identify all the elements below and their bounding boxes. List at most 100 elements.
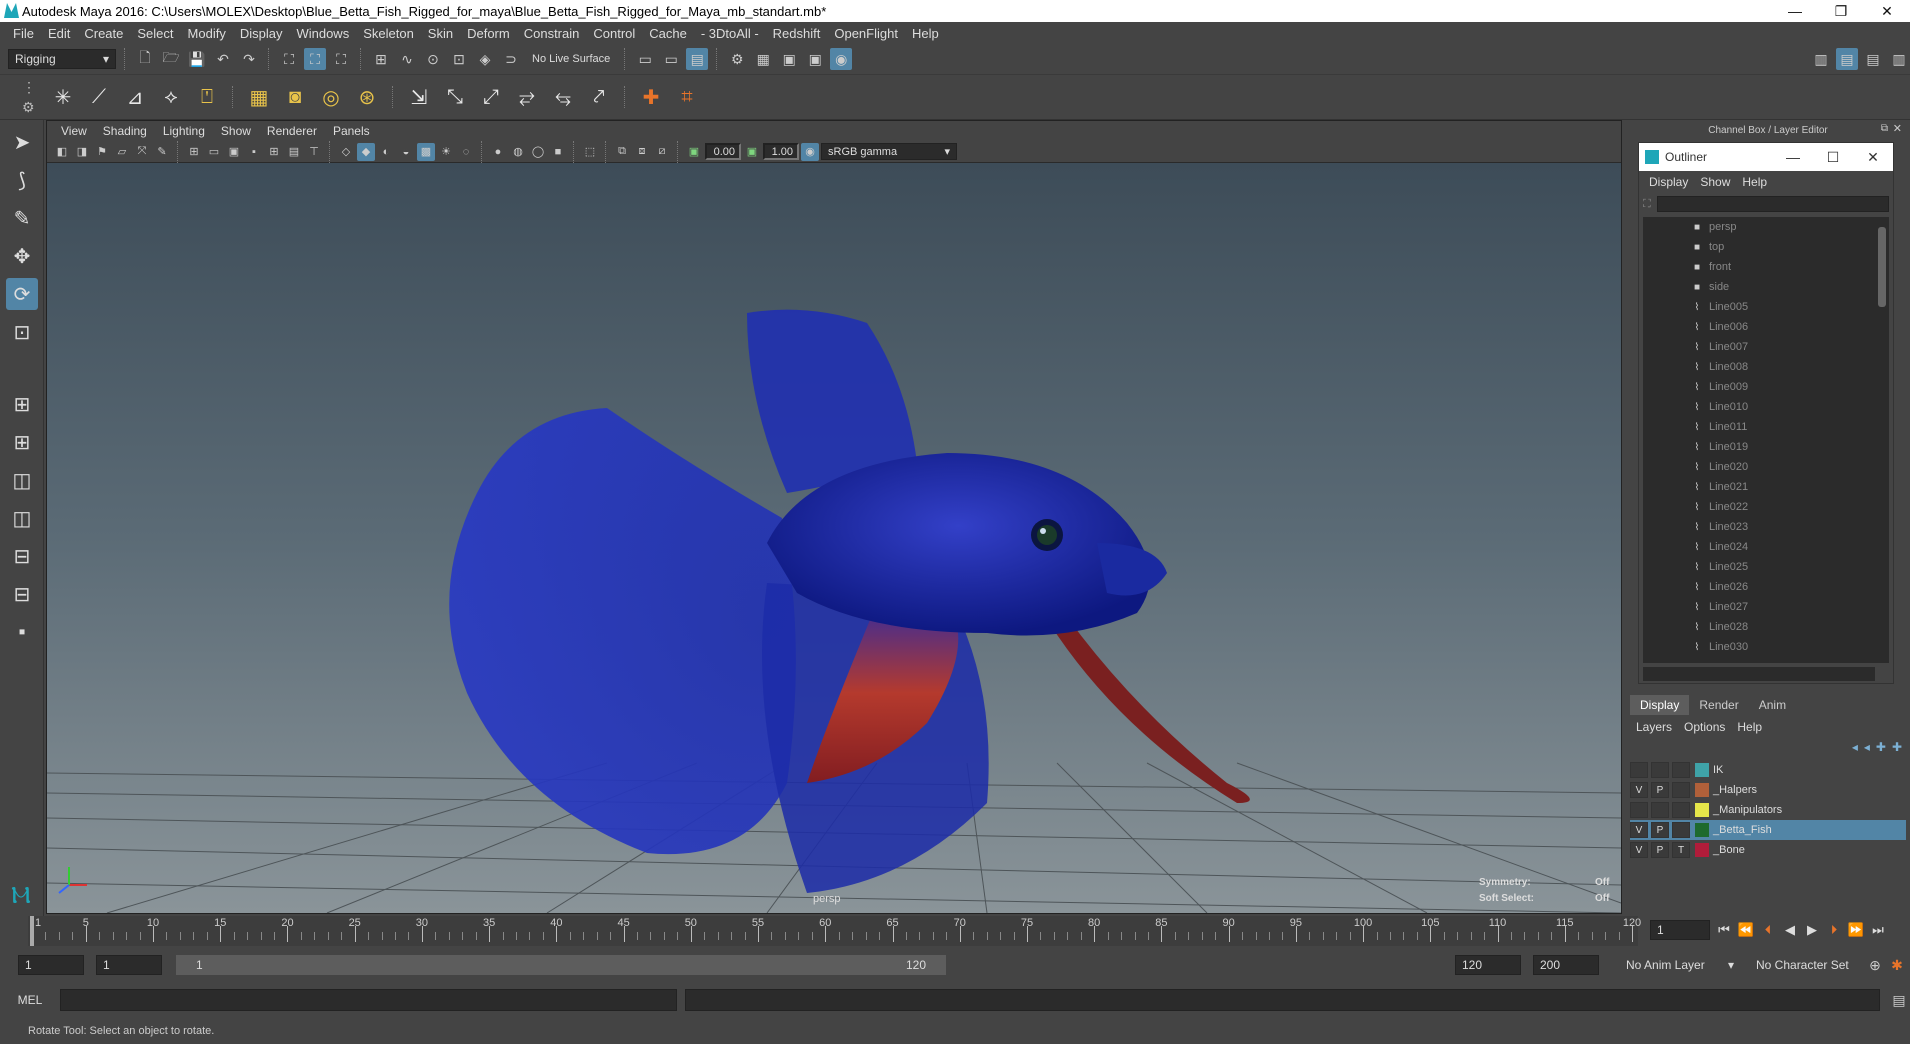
grid-icon[interactable]: ⊞ — [185, 143, 203, 161]
gate-mask-icon[interactable]: ▪ — [245, 143, 263, 161]
shelf-settings-icon[interactable]: ⚙ — [22, 99, 35, 116]
default-lighting-icon[interactable]: ◐ — [377, 143, 395, 161]
outliner-menu-show[interactable]: Show — [1694, 175, 1736, 189]
outliner-item[interactable]: ⌇ Line028 — [1643, 617, 1875, 637]
layer-color-swatch[interactable] — [1695, 843, 1709, 857]
custom-layout-icon[interactable]: ▪ — [6, 616, 38, 648]
cluster-icon[interactable]: ⊛ — [352, 81, 382, 113]
menu-modify[interactable]: Modify — [181, 26, 233, 41]
close-panel-icon[interactable]: ✕ — [1893, 122, 1902, 135]
single-view-layout-icon[interactable]: ⊞ — [6, 388, 38, 420]
layer-t-toggle[interactable] — [1672, 782, 1690, 798]
scroll-thumb[interactable] — [1878, 227, 1886, 307]
point-constraint-icon[interactable]: ⤡ — [440, 81, 470, 113]
layer-p-toggle[interactable]: P — [1651, 822, 1669, 838]
anim-start-field[interactable] — [96, 955, 162, 975]
scale-tool-icon[interactable]: ⊡ — [6, 316, 38, 348]
anim-end-field[interactable] — [1455, 955, 1521, 975]
parent-constraint-icon[interactable]: ⥃ — [548, 81, 578, 113]
menu-deform[interactable]: Deform — [460, 26, 517, 41]
time-ticks[interactable]: 1 5 10 15 20 25 30 35 40 45 50 55 60 65 70 75 80 85 90 95 10… — [28, 916, 1641, 946]
layer-color-swatch[interactable] — [1695, 783, 1709, 797]
layer-menu-layers[interactable]: Layers — [1630, 720, 1678, 734]
menu-redshift[interactable]: Redshift — [766, 26, 828, 41]
start-time-field[interactable] — [18, 955, 84, 975]
tab-display[interactable]: Display — [1630, 695, 1690, 715]
layer-row[interactable]: IK — [1630, 760, 1906, 780]
outliner-item[interactable]: ⌇ Line007 — [1643, 337, 1875, 357]
step-forward-key-icon[interactable]: ⏩ — [1848, 921, 1864, 939]
snap-curve-icon[interactable]: ∿ — [396, 48, 418, 70]
film-gate-icon[interactable]: ▭ — [205, 143, 223, 161]
output-ops-icon[interactable]: ▭ — [660, 48, 682, 70]
float-panel-icon[interactable]: ⧉ — [1881, 123, 1888, 134]
ik-handle-icon[interactable]: ⊿ — [120, 81, 150, 113]
isolate-select-icon[interactable]: ⬚ — [581, 143, 599, 161]
rotate-tool-icon[interactable]: ⟳ — [6, 278, 38, 310]
gamma-icon[interactable]: ▣ — [743, 143, 761, 161]
shadows-icon[interactable]: ◒ — [397, 143, 415, 161]
xray-joints-icon[interactable]: ⧉ — [613, 143, 631, 161]
menu-openflight[interactable]: OpenFlight — [827, 26, 905, 41]
outliner-item[interactable]: ⌇ Line006 — [1643, 317, 1875, 337]
depth-of-field-icon[interactable]: ■ — [549, 143, 567, 161]
snap-magnet-icon[interactable]: ⊃ — [500, 48, 522, 70]
wireframe-icon[interactable]: ◇ — [337, 143, 355, 161]
outliner-item[interactable]: ⌇ Line025 — [1643, 557, 1875, 577]
textured-icon[interactable]: ▩ — [417, 142, 435, 161]
menu-create[interactable]: Create — [77, 26, 130, 41]
paint-select-icon[interactable]: ✎ — [6, 202, 38, 234]
layer-row[interactable]: V P T _Bone — [1630, 840, 1906, 860]
outliner-item[interactable]: ■ top — [1643, 237, 1875, 257]
current-time-indicator[interactable] — [30, 916, 34, 946]
safe-action-icon[interactable]: ▤ — [285, 143, 303, 161]
layer-t-toggle[interactable] — [1672, 822, 1690, 838]
layer-color-swatch[interactable] — [1695, 763, 1709, 777]
layer-v-toggle[interactable] — [1630, 802, 1648, 818]
undo-icon[interactable]: ↶ — [212, 48, 234, 70]
step-back-frame-icon[interactable]: ⏴ — [1760, 921, 1776, 939]
outliner-item[interactable]: ■ front — [1643, 257, 1875, 277]
outliner-hscrollbar[interactable] — [1643, 667, 1875, 681]
redo-icon[interactable]: ↷ — [238, 48, 260, 70]
menu-control[interactable]: Control — [586, 26, 642, 41]
select-hierarchy-icon[interactable]: ⛶ — [278, 48, 300, 70]
construction-history-icon[interactable]: ▤ — [686, 48, 709, 70]
color-management-icon[interactable]: ◉ — [801, 142, 819, 161]
motion-blur-icon[interactable]: ◍ — [509, 143, 527, 161]
end-time-field[interactable] — [1533, 955, 1599, 975]
colorspace-dropdown[interactable]: sRGB gamma ▾ — [821, 143, 957, 160]
hypershade-icon[interactable]: ◉ — [830, 48, 853, 70]
channel-box-toggle-icon[interactable]: ▥ — [1888, 48, 1910, 70]
joint-tool-icon[interactable]: ✳ — [48, 81, 78, 113]
outliner-item[interactable]: ⌇ Line009 — [1643, 377, 1875, 397]
layer-p-toggle[interactable] — [1651, 762, 1669, 778]
move-layer-down-icon[interactable]: ◂ — [1864, 740, 1870, 754]
backface-culling-icon[interactable]: ⧄ — [653, 143, 671, 161]
paint-weights-icon[interactable]: ⇲ — [404, 81, 434, 113]
menu-skin[interactable]: Skin — [421, 26, 460, 41]
command-input[interactable] — [59, 989, 677, 1011]
outliner-item[interactable]: ⌇ Line010 — [1643, 397, 1875, 417]
outliner-item[interactable]: ⌇ Line026 — [1643, 577, 1875, 597]
exposure-field[interactable] — [705, 143, 741, 160]
smooth-bind-icon[interactable]: ◙ — [280, 81, 310, 113]
menu-edit[interactable]: Edit — [41, 26, 77, 41]
vp-menu-panels[interactable]: Panels — [325, 124, 378, 138]
side-by-side-layout-icon[interactable]: ◫ — [6, 464, 38, 496]
open-scene-icon[interactable]: 🗁 — [160, 48, 182, 70]
vp-menu-show[interactable]: Show — [213, 124, 259, 138]
live-surface-label[interactable]: No Live Surface — [526, 53, 616, 65]
outliner-vscrollbar[interactable] — [1875, 217, 1889, 663]
safe-title-icon[interactable]: ⊤ — [305, 143, 323, 161]
menu-select[interactable]: Select — [130, 26, 180, 41]
minimize-button[interactable]: — — [1772, 0, 1818, 22]
3d-viewport[interactable]: persp Symmetry: Off Soft Select: Off — [47, 163, 1621, 913]
layer-color-swatch[interactable] — [1695, 803, 1709, 817]
outliner-item[interactable]: ⌇ Line023 — [1643, 517, 1875, 537]
layer-v-toggle[interactable]: V — [1630, 822, 1648, 838]
render-current-icon[interactable]: ▣ — [778, 48, 800, 70]
outliner-item[interactable]: ⌇ Line011 — [1643, 417, 1875, 437]
layer-t-toggle[interactable]: T — [1672, 842, 1690, 858]
snap-surface-icon[interactable]: ◈ — [474, 48, 496, 70]
